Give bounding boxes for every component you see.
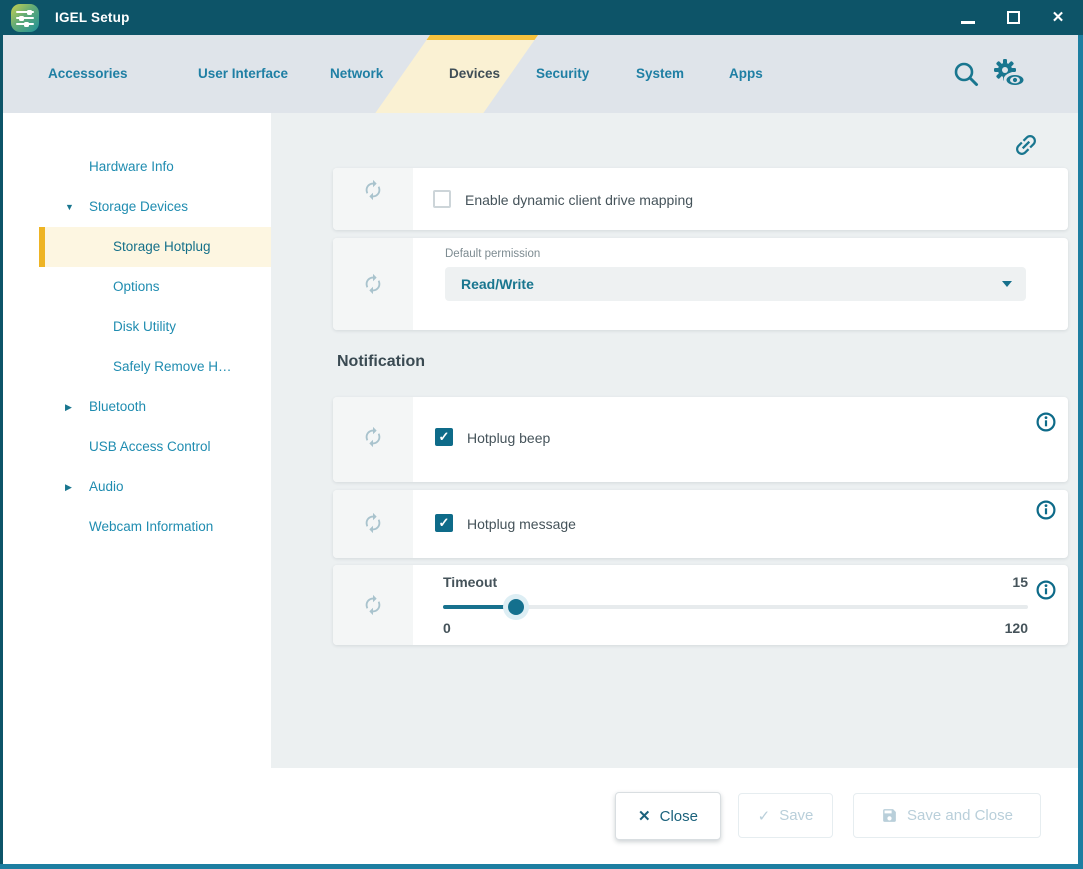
save-button[interactable]: ✓ Save <box>738 793 833 838</box>
sidebar-item-bluetooth[interactable]: ▶ Bluetooth <box>39 387 274 427</box>
close-button-label: Close <box>660 808 698 825</box>
window-border-right <box>1078 35 1083 869</box>
sidebar-item-storage-devices[interactable]: ▼ Storage Devices <box>39 187 274 227</box>
parameter-column <box>333 168 413 230</box>
card-default-permission: Default permission Read/Write <box>333 238 1068 330</box>
select-label: Default permission <box>445 248 540 260</box>
tab-accessories[interactable]: Accessories <box>48 35 128 113</box>
sidebar-item-label: Safely Remove H… <box>113 359 232 374</box>
sync-parameter-icon[interactable] <box>362 512 384 534</box>
title-bar: IGEL Setup ✕ <box>0 0 1083 35</box>
link-parameter-icon[interactable] <box>1012 131 1040 159</box>
chevron-down-icon <box>1002 281 1012 287</box>
section-title-notification: Notification <box>337 353 425 371</box>
sidebar-item-label: Hardware Info <box>89 159 174 174</box>
close-button[interactable]: ✕ Close <box>615 792 721 840</box>
sync-parameter-icon[interactable] <box>362 426 384 448</box>
sidebar-item-safely-remove[interactable]: Safely Remove H… <box>39 347 274 387</box>
default-permission-select[interactable]: Read/Write <box>445 267 1026 301</box>
sidebar-item-label: Webcam Information <box>89 519 213 534</box>
timeout-slider-track[interactable] <box>443 605 1028 609</box>
sidebar-item-label: Options <box>113 279 160 294</box>
sidebar-item-options[interactable]: Options <box>39 267 274 307</box>
tab-apps[interactable]: Apps <box>729 35 763 113</box>
search-icon[interactable] <box>951 59 981 89</box>
admin-view-gear-eye-icon[interactable] <box>992 58 1028 90</box>
sidebar-nav: Hardware Info ▼ Storage Devices Storage … <box>3 113 271 768</box>
sidebar-item-storage-hotplug[interactable]: Storage Hotplug <box>39 227 274 267</box>
chevron-collapsed-icon[interactable]: ▶ <box>65 467 79 507</box>
sidebar-item-label: Disk Utility <box>113 319 176 334</box>
checkbox-label: Enable dynamic client drive mapping <box>465 192 693 208</box>
slider-max: 120 <box>1005 620 1028 636</box>
save-button-label: Save <box>779 807 813 824</box>
slider-min: 0 <box>443 620 451 636</box>
card-timeout: Timeout 15 0 120 <box>333 565 1068 645</box>
chevron-expanded-icon[interactable]: ▼ <box>65 187 79 227</box>
checkbox-dynamic-drive-mapping[interactable] <box>433 190 451 208</box>
info-icon[interactable] <box>1036 580 1056 600</box>
checkbox-hotplug-message[interactable]: ✓ <box>435 514 453 532</box>
sidebar-item-label: Storage Hotplug <box>113 239 211 254</box>
window-border-bottom <box>0 864 1083 869</box>
checkbox-hotplug-beep[interactable]: ✓ <box>435 428 453 446</box>
save-and-close-label: Save and Close <box>907 807 1013 824</box>
check-icon: ✓ <box>758 807 771 825</box>
window-border-left <box>0 35 3 869</box>
info-icon[interactable] <box>1036 412 1056 432</box>
sidebar-item-webcam-information[interactable]: Webcam Information <box>39 507 274 547</box>
select-value: Read/Write <box>461 267 534 301</box>
floppy-disk-icon <box>881 807 898 824</box>
window-title: IGEL Setup <box>55 0 130 35</box>
maximize-button[interactable] <box>1007 11 1020 24</box>
minimize-button[interactable] <box>961 21 975 24</box>
slider-value: 15 <box>1012 574 1028 590</box>
sidebar-item-label: USB Access Control <box>89 439 211 454</box>
app-logo-icon <box>11 4 39 32</box>
card-dynamic-drive-mapping: Enable dynamic client drive mapping <box>333 168 1068 230</box>
sidebar-item-label: Bluetooth <box>89 399 146 414</box>
info-icon[interactable] <box>1036 500 1056 520</box>
save-and-close-button[interactable]: Save and Close <box>853 793 1041 838</box>
chevron-collapsed-icon[interactable]: ▶ <box>65 387 79 427</box>
sidebar-item-label: Audio <box>89 479 124 494</box>
close-window-button[interactable]: ✕ <box>1048 7 1068 29</box>
parameter-column <box>333 238 413 330</box>
sync-parameter-icon[interactable] <box>362 273 384 295</box>
sidebar-item-disk-utility[interactable]: Disk Utility <box>39 307 274 347</box>
tab-security[interactable]: Security <box>536 35 589 113</box>
parameter-column <box>333 565 413 645</box>
parameter-column <box>333 490 413 558</box>
card-hotplug-beep: ✓ Hotplug beep <box>333 397 1068 482</box>
sidebar-item-label: Storage Devices <box>89 199 188 214</box>
card-hotplug-message: ✓ Hotplug message <box>333 490 1068 558</box>
timeout-slider-thumb[interactable] <box>503 594 529 620</box>
tab-user-interface[interactable]: User Interface <box>198 35 288 113</box>
igel-setup-window: IGEL Setup ✕ Accessories User Interface … <box>0 0 1083 869</box>
parameter-column <box>333 397 413 482</box>
sidebar-item-audio[interactable]: ▶ Audio <box>39 467 274 507</box>
tab-devices[interactable]: Devices <box>449 35 500 113</box>
close-x-icon: ✕ <box>638 807 651 825</box>
sidebar-item-usb-access-control[interactable]: USB Access Control <box>39 427 274 467</box>
sync-parameter-icon[interactable] <box>362 594 384 616</box>
sidebar-item-hardware-info[interactable]: Hardware Info <box>39 147 274 187</box>
sync-parameter-icon[interactable] <box>362 179 384 201</box>
checkbox-label: Hotplug message <box>467 516 576 532</box>
slider-label: Timeout <box>443 574 497 590</box>
checkbox-label: Hotplug beep <box>467 430 550 446</box>
tab-system[interactable]: System <box>636 35 684 113</box>
tab-network[interactable]: Network <box>330 35 383 113</box>
